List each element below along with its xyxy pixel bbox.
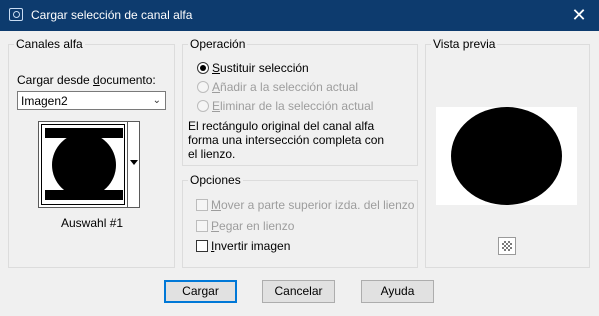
thumbnail-bottom-bar bbox=[45, 190, 123, 200]
vista-previa-label: Vista previa bbox=[431, 37, 498, 51]
invertir-label[interactable]: Invertir imagen bbox=[211, 239, 290, 253]
document-select[interactable]: Imagen2 ⌄ bbox=[17, 91, 166, 110]
close-icon[interactable]: ✕ bbox=[559, 0, 599, 31]
canales-alfa-label: Canales alfa bbox=[14, 37, 85, 51]
sustituir-radio[interactable] bbox=[197, 62, 209, 74]
ayuda-button[interactable]: Ayuda bbox=[361, 280, 434, 303]
pegar-checkbox[interactable] bbox=[196, 220, 208, 232]
preview-circle bbox=[451, 107, 562, 205]
eliminar-radio[interactable] bbox=[197, 100, 209, 112]
mover-label[interactable]: Mover a parte superior izda. del lienzo bbox=[211, 198, 414, 212]
operation-note-line-3: el lienzo. bbox=[188, 147, 236, 161]
document-select-value: Imagen2 bbox=[21, 94, 68, 108]
title-bar: Cargar selección de canal alfa ✕ bbox=[0, 0, 599, 31]
alpha-channel-thumbnail[interactable] bbox=[38, 121, 128, 208]
invertir-checkbox[interactable] bbox=[196, 240, 208, 252]
selection-icon bbox=[9, 8, 23, 21]
operation-note-line-1: El rectángulo original del canal alfa bbox=[188, 119, 375, 133]
cargar-button[interactable]: Cargar bbox=[164, 280, 237, 303]
sustituir-label[interactable]: Sustituir selección bbox=[212, 61, 309, 75]
anadir-radio[interactable] bbox=[197, 81, 209, 93]
opciones-label: Opciones bbox=[188, 173, 243, 187]
operacion-label: Operación bbox=[188, 37, 248, 51]
thumbnail-top-bar bbox=[45, 128, 123, 138]
thumbnail-circle bbox=[52, 133, 116, 197]
mover-checkbox[interactable] bbox=[196, 199, 208, 211]
dropdown-arrow-icon bbox=[130, 160, 138, 165]
window-title: Cargar selección de canal alfa bbox=[31, 8, 193, 22]
load-from-label: Cargar desde documento: bbox=[17, 73, 156, 87]
thumbnail-dropdown-button[interactable] bbox=[127, 121, 140, 208]
preview-canvas bbox=[436, 107, 577, 205]
zoom-checker-icon[interactable] bbox=[498, 237, 516, 255]
cancelar-button[interactable]: Cancelar bbox=[262, 280, 335, 303]
thumbnail-caption: Auswahl #1 bbox=[61, 216, 124, 230]
operation-note-line-2: forma una intersección completa con bbox=[188, 133, 385, 147]
chevron-down-icon: ⌄ bbox=[152, 95, 161, 106]
thumbnail-frame bbox=[41, 124, 125, 205]
pegar-label[interactable]: Pegar en lienzo bbox=[211, 219, 294, 233]
anadir-label[interactable]: Añadir a la selección actual bbox=[212, 80, 358, 94]
eliminar-label[interactable]: Eliminar de la selección actual bbox=[212, 99, 373, 113]
